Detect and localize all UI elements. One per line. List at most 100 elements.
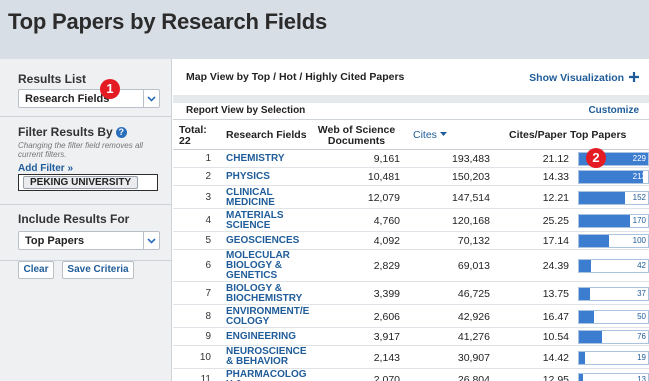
col-header-research-fields[interactable]: Research Fields xyxy=(226,130,307,141)
research-field-link[interactable]: PHYSICS xyxy=(226,172,308,182)
chevron-down-icon xyxy=(143,90,159,107)
customize-link[interactable]: Customize xyxy=(588,105,639,116)
sidebar: Results List Research Fields Filter Resu… xyxy=(0,59,172,381)
marker-one-badge: 1 xyxy=(100,79,120,99)
main-panel: Map View by Top / Hot / Highly Cited Pap… xyxy=(173,59,649,381)
wos-documents-value: 3,399 xyxy=(373,288,400,300)
top-papers-bar-fill xyxy=(579,352,585,364)
top-papers-bar[interactable]: 152 xyxy=(578,191,649,205)
cites-per-paper-value: 25.25 xyxy=(542,215,569,227)
marker-two-badge: 2 xyxy=(586,148,606,168)
research-field-link[interactable]: BIOLOGY & BIOCHEMISTRY xyxy=(226,284,308,304)
page-title: Top Papers by Research Fields xyxy=(8,9,328,34)
filter-hint: Changing the filter field removes all cu… xyxy=(18,141,143,159)
cites-per-paper-value: 16.47 xyxy=(542,311,569,323)
top-papers-bar-fill xyxy=(579,288,590,300)
top-papers-bar-fill xyxy=(579,192,625,204)
top-papers-value: 13 xyxy=(637,375,646,381)
row-rank: 2 xyxy=(205,171,211,182)
research-field-link[interactable]: MATERIALS SCIENCE xyxy=(226,211,308,231)
filter-input[interactable]: PEKING UNIVERSITY xyxy=(18,174,158,191)
row-rank: 3 xyxy=(205,192,211,203)
col-header-cites[interactable]: Cites xyxy=(413,130,447,141)
results-list-select[interactable]: Research Fields xyxy=(18,89,160,108)
cites-header-label: Cites xyxy=(413,129,437,141)
row-rank: 5 xyxy=(205,235,211,246)
show-visualization-label: Show Visualization xyxy=(529,72,625,84)
top-papers-value: 42 xyxy=(637,261,646,270)
table-row: 5 GEOSCIENCES 4,092 70,132 17.14 100 xyxy=(173,232,649,250)
cites-value: 42,926 xyxy=(457,311,490,323)
cites-per-paper-value: 21.12 xyxy=(542,153,569,165)
wos-documents-value: 2,829 xyxy=(373,260,400,272)
top-papers-bar-fill xyxy=(579,260,592,272)
col-header-wos[interactable]: Web of Science Documents xyxy=(313,125,400,147)
research-field-link[interactable]: MOLECULAR BIOLOGY & GENETICS xyxy=(226,251,308,281)
filter-chip[interactable]: PEKING UNIVERSITY xyxy=(23,176,139,189)
cites-per-paper-value: 14.42 xyxy=(542,352,569,364)
cites-value: 120,168 xyxy=(452,215,490,227)
map-view-title: Map View by Top / Hot / Highly Cited Pap… xyxy=(186,71,405,83)
col-header-top-papers[interactable]: Top Papers xyxy=(570,130,626,141)
research-field-link[interactable]: ENVIRONMENT/E COLOGY xyxy=(226,307,309,327)
table-row: 9 ENGINEERING 3,917 41,276 10.54 76 xyxy=(173,328,649,346)
wos-documents-value: 2,606 xyxy=(373,311,400,323)
cites-value: 46,725 xyxy=(457,288,490,300)
cites-per-paper-value: 12.21 xyxy=(542,192,569,204)
cites-value: 147,514 xyxy=(452,192,490,204)
report-view-title: Report View by Selection xyxy=(186,105,306,116)
show-visualization-button[interactable]: Show Visualization xyxy=(529,71,639,84)
research-field-link[interactable]: CLINICAL MEDICINE xyxy=(226,188,308,208)
help-icon[interactable]: ? xyxy=(115,127,127,138)
top-papers-bar[interactable]: 42 xyxy=(578,259,649,273)
top-papers-bar[interactable]: 50 xyxy=(578,310,649,324)
top-papers-bar[interactable]: 19 xyxy=(578,351,649,365)
results-list-label: Results List xyxy=(18,72,87,86)
cites-per-paper-value: 24.39 xyxy=(542,260,569,272)
save-criteria-button[interactable]: Save Criteria xyxy=(62,261,134,279)
research-field-link[interactable]: NEUROSCIENCE & BEHAVIOR xyxy=(226,347,308,367)
filter-label: Filter Results By xyxy=(18,125,113,139)
research-field-link[interactable]: PHARMACOLOG Y & TOXICOLOGY xyxy=(226,370,308,381)
top-papers-value: 170 xyxy=(632,216,646,225)
row-rank: 1 xyxy=(205,153,211,164)
cites-value: 41,276 xyxy=(457,331,490,343)
top-papers-value: 100 xyxy=(632,236,646,245)
top-papers-value: 37 xyxy=(637,289,646,298)
include-value: Top Papers xyxy=(25,235,85,247)
research-field-link[interactable]: GEOSCIENCES xyxy=(226,236,308,246)
research-field-link[interactable]: ENGINEERING xyxy=(226,332,308,342)
row-rank: 8 xyxy=(205,311,211,322)
table-row: 1 CHEMISTRY 9,161 193,483 21.12 229 xyxy=(173,150,649,168)
research-field-link[interactable]: CHEMISTRY xyxy=(226,154,308,164)
top-papers-bar[interactable]: 37 xyxy=(578,287,649,301)
table-row: 8 ENVIRONMENT/E COLOGY 2,606 42,926 16.47 50 xyxy=(173,305,649,328)
cites-per-paper-value: 10.54 xyxy=(542,331,569,343)
top-papers-bar[interactable]: 13 xyxy=(578,373,649,381)
top-papers-bar[interactable]: 213 xyxy=(578,170,649,184)
cites-per-paper-value: 17.14 xyxy=(542,235,569,247)
cites-value: 69,013 xyxy=(457,260,490,272)
cites-value: 26,804 xyxy=(457,374,490,381)
col-header-cites-per-paper[interactable]: Cites/Paper xyxy=(509,130,567,141)
top-papers-bar[interactable]: 76 xyxy=(578,330,649,344)
top-papers-bar[interactable]: 170 xyxy=(578,214,649,228)
row-rank: 7 xyxy=(205,288,211,299)
top-papers-value: 50 xyxy=(637,312,646,321)
wos-documents-value: 3,917 xyxy=(373,331,400,343)
top-papers-bar-fill xyxy=(579,331,602,343)
top-papers-bar-fill xyxy=(579,235,610,247)
include-select[interactable]: Top Papers xyxy=(18,231,160,250)
results-list-value: Research Fields xyxy=(25,93,110,105)
section-divider xyxy=(173,95,649,103)
plus-icon xyxy=(629,72,639,82)
wos-documents-value: 12,079 xyxy=(367,192,400,204)
cites-per-paper-value: 12.95 xyxy=(542,374,569,381)
total-header: Total: 22 xyxy=(179,125,207,147)
top-papers-bar-fill xyxy=(579,311,595,323)
top-papers-value: 152 xyxy=(632,193,646,202)
clear-button[interactable]: Clear xyxy=(18,261,54,279)
top-papers-bar-fill xyxy=(579,374,584,381)
add-filter-link[interactable]: Add Filter » xyxy=(18,163,73,174)
top-papers-bar[interactable]: 100 xyxy=(578,234,649,248)
